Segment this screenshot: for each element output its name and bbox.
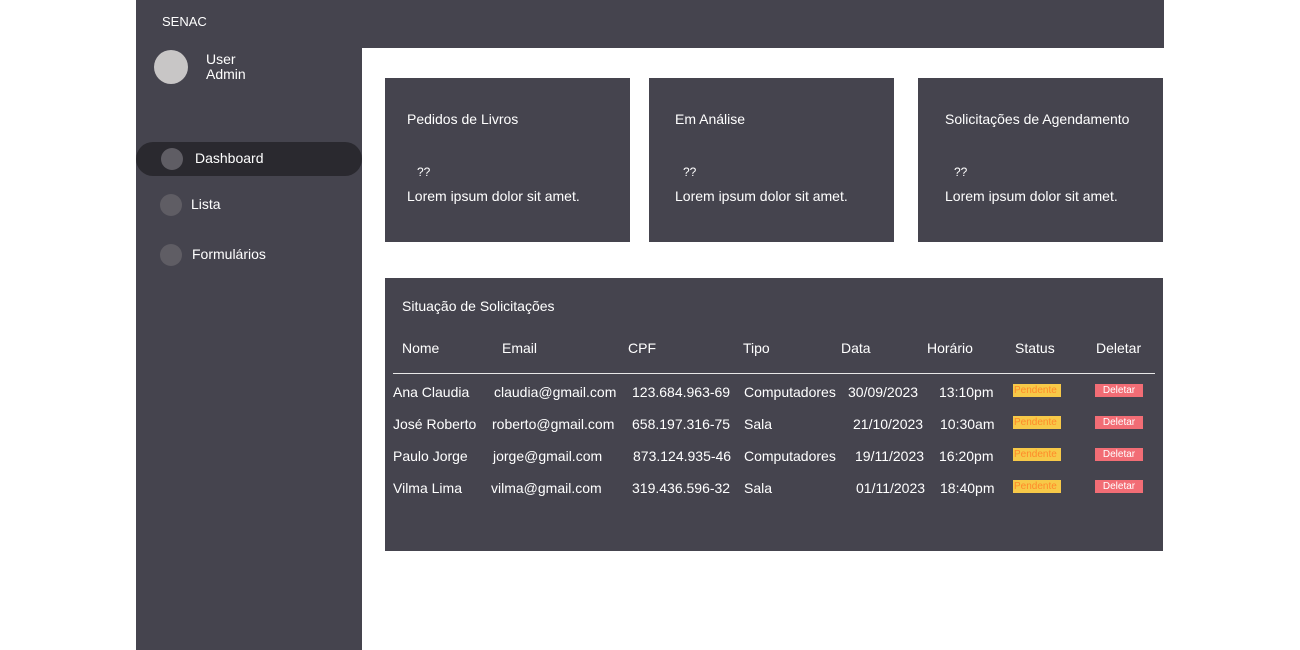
cell-tipo: Computadores [744, 384, 836, 400]
delete-button[interactable]: Deletar [1095, 480, 1143, 493]
column-header-cpf: CPF [628, 340, 656, 356]
delete-button[interactable]: Deletar [1095, 448, 1143, 461]
cell-nome: Paulo Jorge [393, 448, 468, 464]
cell-cpf: 873.124.935-46 [633, 448, 732, 464]
cell-nome: José Roberto [393, 416, 477, 432]
delete-button[interactable]: Deletar [1095, 416, 1143, 429]
dashboard-icon [161, 148, 183, 170]
table-row[interactable]: Ana Claudia claudia@gmail.com 123.684.96… [385, 384, 1163, 406]
column-header-nome: Nome [402, 340, 440, 356]
cell-email: jorge@gmail.com [493, 448, 603, 464]
cell-tipo: Computadores [744, 448, 836, 464]
status-badge: Pendente [1013, 384, 1061, 397]
cell-cpf: 658.197.316-75 [632, 416, 731, 432]
card-title: Solicitações de Agendamento [945, 111, 1130, 127]
header-divider [393, 373, 1155, 374]
card-description: Lorem ipsum dolor sit amet. [945, 188, 1118, 204]
requests-table-panel: Situação de Solicitações Nome Email CPF … [385, 278, 1163, 551]
cell-nome: Vilma Lima [393, 480, 462, 496]
avatar[interactable] [154, 50, 188, 84]
cell-email: vilma@gmail.com [491, 480, 602, 496]
status-badge: Pendente [1013, 416, 1061, 429]
card-description: Lorem ipsum dolor sit amet. [675, 188, 848, 204]
card-description: Lorem ipsum dolor sit amet. [407, 188, 580, 204]
stat-card-agendamento[interactable]: Solicitações de Agendamento ?? Lorem ips… [918, 78, 1163, 242]
cell-horario: 10:30am [940, 416, 995, 432]
column-header-data: Data [841, 340, 871, 356]
cell-data: 30/09/2023 [848, 384, 919, 400]
cell-data: 19/11/2023 [855, 448, 925, 464]
cell-data: 01/11/2023 [856, 480, 926, 496]
user-name: User Admin [206, 52, 246, 82]
status-badge: Pendente [1013, 480, 1061, 493]
cell-tipo: Sala [744, 480, 773, 496]
cell-horario: 18:40pm [940, 480, 995, 496]
cell-tipo: Sala [744, 416, 773, 432]
card-title: Em Análise [675, 111, 746, 127]
brand-title: SENAC [162, 14, 207, 29]
top-bar: SENAC [136, 0, 1164, 48]
stat-card-pedidos[interactable]: Pedidos de Livros ?? Lorem ipsum dolor s… [385, 78, 630, 242]
card-value: ?? [683, 165, 697, 179]
cell-email: claudia@gmail.com [494, 384, 617, 400]
card-value: ?? [417, 165, 431, 179]
user-line-1: User [206, 51, 236, 67]
cell-nome: Ana Claudia [393, 384, 470, 400]
forms-icon [160, 244, 182, 266]
sidebar: User Admin Dashboard Lista Formulários [136, 48, 362, 650]
delete-button[interactable]: Deletar [1095, 384, 1143, 397]
table-row[interactable]: José Roberto roberto@gmail.com 658.197.3… [385, 416, 1163, 438]
table-row[interactable]: Vilma Lima vilma@gmail.com 319.436.596-3… [385, 480, 1163, 502]
cell-cpf: 123.684.963-69 [632, 384, 731, 400]
column-header-email: Email [502, 340, 538, 356]
sidebar-item-lista[interactable]: Lista [136, 188, 362, 222]
sidebar-item-label: Dashboard [195, 150, 264, 166]
cell-horario: 16:20pm [939, 448, 994, 464]
card-value: ?? [954, 165, 968, 179]
column-header-status: Status [1015, 340, 1055, 356]
panel-title: Situação de Solicitações [402, 298, 555, 314]
cell-email: roberto@gmail.com [492, 416, 615, 432]
sidebar-item-formularios[interactable]: Formulários [136, 238, 362, 272]
sidebar-item-label: Lista [191, 196, 221, 212]
column-header-horario: Horário [927, 340, 973, 356]
sidebar-item-dashboard[interactable]: Dashboard [136, 142, 362, 176]
status-badge: Pendente [1013, 448, 1061, 461]
sidebar-item-label: Formulários [192, 246, 266, 262]
list-icon [160, 194, 182, 216]
card-title: Pedidos de Livros [407, 111, 519, 127]
cell-cpf: 319.436.596-32 [632, 480, 731, 496]
column-header-deletar: Deletar [1096, 340, 1142, 356]
table-row[interactable]: Paulo Jorge jorge@gmail.com 873.124.935-… [385, 448, 1163, 470]
cell-horario: 13:10pm [939, 384, 994, 400]
user-line-2: Admin [206, 66, 246, 82]
column-header-tipo: Tipo [743, 340, 770, 356]
stat-card-em-analise[interactable]: Em Análise ?? Lorem ipsum dolor sit amet… [649, 78, 894, 242]
cell-data: 21/10/2023 [853, 416, 924, 432]
